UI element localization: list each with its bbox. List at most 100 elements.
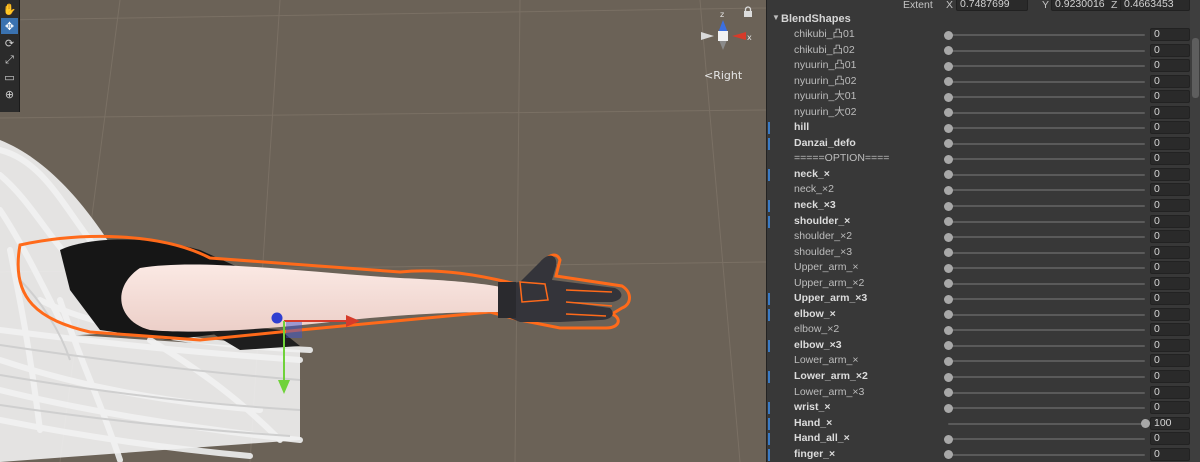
- blendshape-slider[interactable]: [948, 407, 1145, 410]
- blendshape-slider[interactable]: [948, 391, 1145, 394]
- blendshape-slider[interactable]: [948, 329, 1145, 332]
- blendshape-slider[interactable]: [948, 158, 1145, 161]
- blendshape-value-field[interactable]: 0: [1150, 370, 1190, 384]
- scale-tool-icon[interactable]: ⤢: [1, 52, 18, 68]
- blendshape-slider[interactable]: [948, 127, 1145, 130]
- blendshape-slider[interactable]: [948, 49, 1145, 52]
- slider-knob[interactable]: [1140, 419, 1150, 429]
- blendshape-value-field[interactable]: 0: [1150, 323, 1190, 337]
- view-orientation-label[interactable]: <Right: [704, 69, 742, 82]
- blendshape-value-field[interactable]: 0: [1150, 74, 1190, 88]
- move-gizmo[interactable]: [271, 312, 361, 395]
- lock-icon[interactable]: [742, 6, 754, 18]
- slider-knob[interactable]: [943, 325, 953, 335]
- blendshape-slider[interactable]: [948, 251, 1145, 254]
- blendshape-value-field[interactable]: 0: [1150, 245, 1190, 259]
- extent-z-field[interactable]: 0.4663453: [1120, 0, 1190, 11]
- blendshape-slider[interactable]: [948, 173, 1145, 176]
- blendshape-slider[interactable]: [948, 142, 1145, 145]
- blendshape-value-field[interactable]: 0: [1150, 167, 1190, 181]
- transform-tool-icon[interactable]: ⊕: [1, 86, 18, 102]
- slider-knob[interactable]: [943, 279, 953, 289]
- blendshape-slider[interactable]: [948, 236, 1145, 239]
- rotate-tool-icon[interactable]: ⟳: [1, 35, 18, 51]
- slider-knob[interactable]: [943, 170, 953, 180]
- slider-knob[interactable]: [943, 77, 953, 87]
- slider-knob[interactable]: [943, 232, 953, 242]
- slider-knob[interactable]: [943, 450, 953, 460]
- blendshape-value-field[interactable]: 0: [1150, 307, 1190, 321]
- slider-knob[interactable]: [943, 403, 953, 413]
- slider-knob[interactable]: [943, 139, 953, 149]
- blendshape-slider[interactable]: [948, 111, 1145, 114]
- blendshape-value-field[interactable]: 0: [1150, 354, 1190, 368]
- blendshapes-foldout[interactable]: ▼ BlendShapes: [772, 13, 851, 25]
- blendshape-value-field[interactable]: 0: [1150, 261, 1190, 275]
- blendshape-slider[interactable]: [948, 422, 1145, 425]
- slider-knob[interactable]: [943, 123, 953, 133]
- blendshape-value-field[interactable]: 0: [1150, 199, 1190, 213]
- scrollbar-thumb[interactable]: [1192, 38, 1199, 98]
- blendshape-value-field[interactable]: 0: [1150, 59, 1190, 73]
- blendshape-slider[interactable]: [948, 282, 1145, 285]
- blendshape-value-field[interactable]: 0: [1150, 136, 1190, 150]
- slider-knob[interactable]: [943, 30, 953, 40]
- slider-knob[interactable]: [943, 61, 953, 71]
- blendshape-slider[interactable]: [948, 220, 1145, 223]
- blendshape-slider[interactable]: [948, 344, 1145, 347]
- slider-knob[interactable]: [943, 217, 953, 227]
- blendshape-slider[interactable]: [948, 453, 1145, 456]
- blendshape-value-field[interactable]: 0: [1150, 43, 1190, 57]
- blendshape-value-field[interactable]: 0: [1150, 183, 1190, 197]
- slider-knob[interactable]: [943, 310, 953, 320]
- blendshape-value-field[interactable]: 0: [1150, 276, 1190, 290]
- slider-knob[interactable]: [943, 92, 953, 102]
- slider-knob[interactable]: [943, 108, 953, 118]
- blendshape-slider[interactable]: [948, 267, 1145, 270]
- blendshape-value-field[interactable]: 0: [1150, 105, 1190, 119]
- move-tool-icon[interactable]: ✥: [1, 18, 18, 34]
- blendshape-value-field[interactable]: 0: [1150, 401, 1190, 415]
- blendshape-slider[interactable]: [948, 205, 1145, 208]
- slider-knob[interactable]: [943, 154, 953, 164]
- blendshape-value-field[interactable]: 0: [1150, 230, 1190, 244]
- blendshape-slider[interactable]: [948, 313, 1145, 316]
- slider-knob[interactable]: [943, 201, 953, 211]
- inspector-scrollbar[interactable]: [1190, 0, 1200, 462]
- scene-view[interactable]: ✋ ✥ ⟳ ⤢ ▭ ⊕ z x <Right: [0, 0, 766, 462]
- slider-knob[interactable]: [943, 294, 953, 304]
- blendshape-value-field[interactable]: 0: [1150, 121, 1190, 135]
- extent-x-field[interactable]: 0.7487699: [956, 0, 1028, 11]
- blendshape-value-field[interactable]: 0: [1150, 152, 1190, 166]
- blendshape-value-field[interactable]: 0: [1150, 338, 1190, 352]
- slider-knob[interactable]: [943, 434, 953, 444]
- slider-knob[interactable]: [943, 248, 953, 258]
- hand-tool-icon[interactable]: ✋: [1, 1, 18, 17]
- blendshape-value-field[interactable]: 0: [1150, 90, 1190, 104]
- blendshape-slider[interactable]: [948, 298, 1145, 301]
- slider-knob[interactable]: [943, 46, 953, 56]
- blendshape-slider[interactable]: [948, 189, 1145, 192]
- blendshape-slider[interactable]: [948, 96, 1145, 99]
- blendshape-value-field[interactable]: 0: [1150, 385, 1190, 399]
- blendshape-value-field[interactable]: 100: [1150, 416, 1190, 430]
- blendshape-value-field[interactable]: 0: [1150, 292, 1190, 306]
- blendshape-value-field[interactable]: 0: [1150, 447, 1190, 461]
- blendshape-value-field[interactable]: 0: [1150, 28, 1190, 41]
- slider-knob[interactable]: [943, 185, 953, 195]
- blendshape-slider[interactable]: [948, 34, 1145, 36]
- blendshape-slider[interactable]: [948, 376, 1145, 379]
- blendshape-slider[interactable]: [948, 65, 1145, 68]
- blendshape-slider[interactable]: [948, 80, 1145, 83]
- slider-knob[interactable]: [943, 388, 953, 398]
- blendshape-value-field[interactable]: 0: [1150, 214, 1190, 228]
- slider-knob[interactable]: [943, 341, 953, 351]
- blendshape-slider[interactable]: [948, 438, 1145, 441]
- slider-knob[interactable]: [943, 372, 953, 382]
- blendshape-value-field[interactable]: 0: [1150, 432, 1190, 446]
- slider-knob[interactable]: [943, 356, 953, 366]
- slider-knob[interactable]: [943, 263, 953, 273]
- rect-tool-icon[interactable]: ▭: [1, 69, 18, 85]
- blendshape-slider[interactable]: [948, 360, 1145, 363]
- scene-viewport[interactable]: [0, 0, 766, 462]
